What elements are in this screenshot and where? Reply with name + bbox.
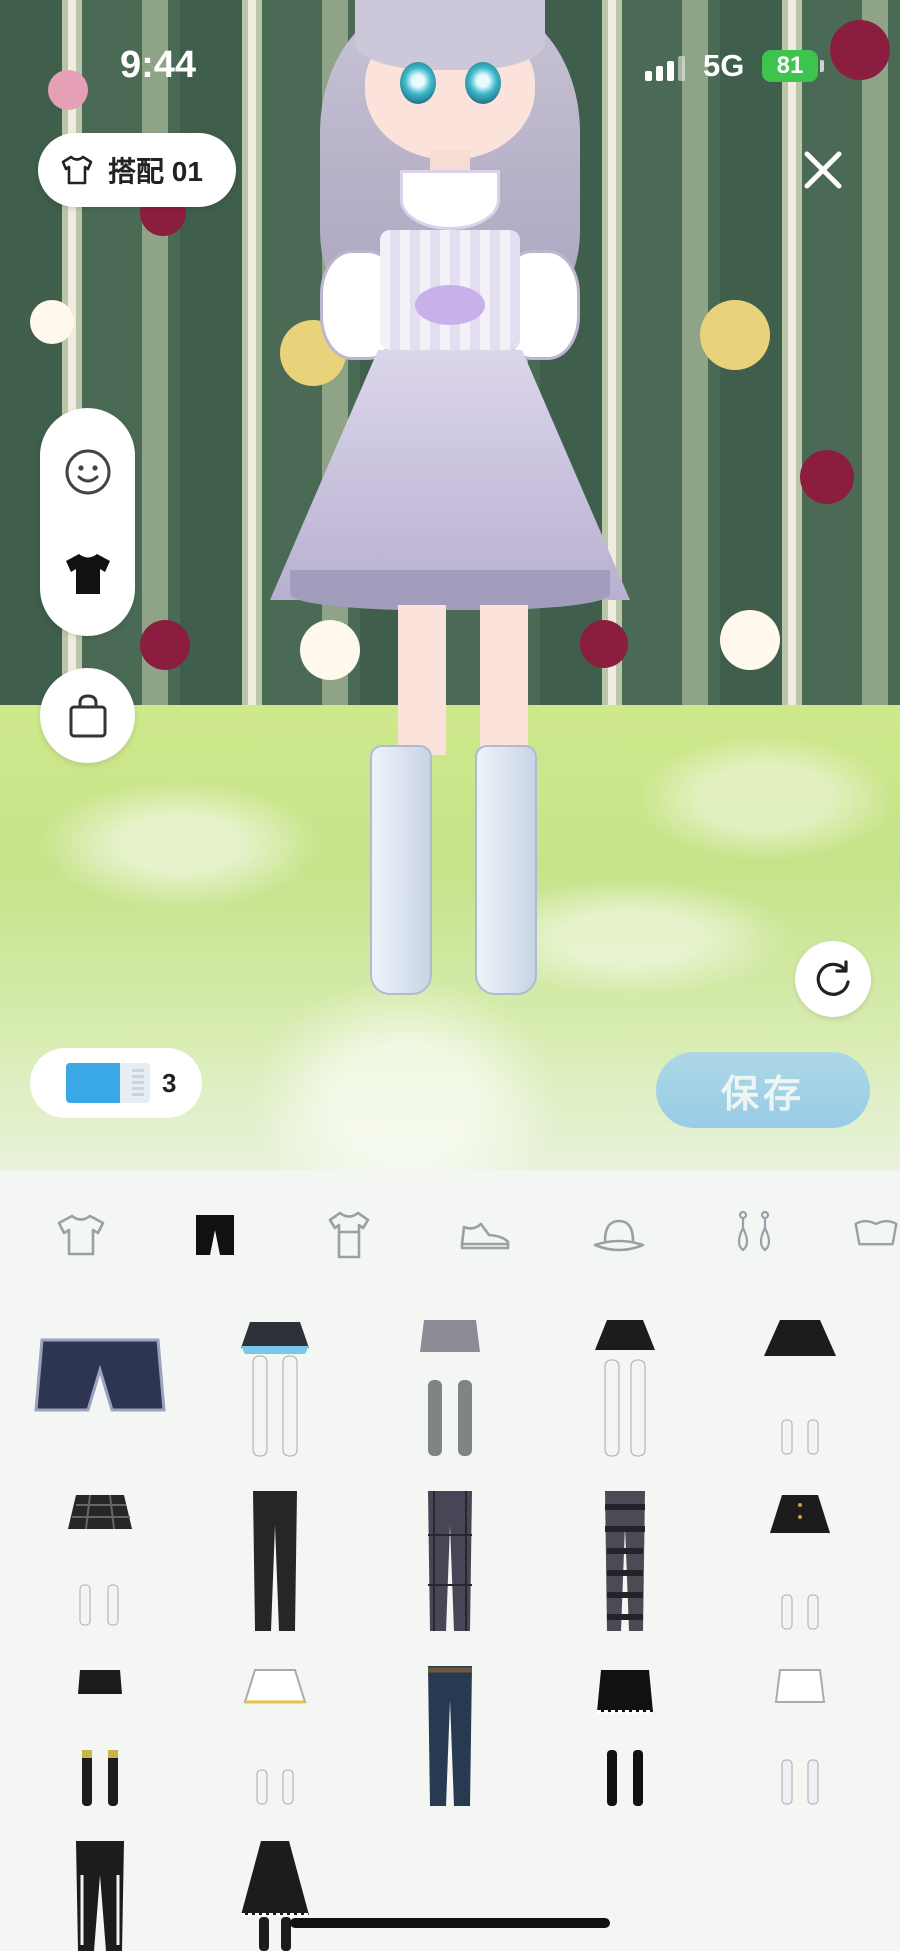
pleated-skirt-icon bbox=[764, 1320, 836, 1455]
closet-item-white-skirt[interactable] bbox=[205, 1660, 345, 1810]
button-skirt-icon bbox=[770, 1495, 830, 1630]
white-bloomers-icon bbox=[774, 1669, 826, 1805]
shop-bag-button[interactable] bbox=[40, 668, 135, 763]
flower-decoration bbox=[800, 450, 854, 504]
plaid-trousers-icon bbox=[428, 1491, 472, 1631]
flower-decoration bbox=[720, 610, 780, 670]
denim-shorts-icon bbox=[34, 1338, 166, 1412]
hat-icon bbox=[593, 1219, 645, 1252]
tab-accessories[interactable] bbox=[852, 1200, 900, 1270]
closet-item-lace-skirt[interactable] bbox=[205, 1835, 345, 1951]
closet-item-plaid-skirt[interactable] bbox=[30, 1485, 170, 1635]
black-trousers-icon bbox=[253, 1491, 297, 1631]
tab-dresses[interactable] bbox=[314, 1200, 384, 1270]
closet-item-black-skirt[interactable] bbox=[555, 1310, 695, 1460]
network-type: 5G bbox=[703, 48, 745, 83]
dress-icon bbox=[328, 1211, 370, 1259]
pants-icon bbox=[196, 1215, 234, 1255]
status-time: 9:44 bbox=[120, 44, 197, 86]
tab-bottoms[interactable] bbox=[180, 1200, 250, 1270]
cutout-pants-icon bbox=[76, 1841, 124, 1951]
face-edit-button[interactable] bbox=[40, 424, 135, 519]
rotate-icon bbox=[816, 960, 850, 996]
editor-mode-panel bbox=[40, 408, 135, 636]
tab-tops[interactable] bbox=[46, 1200, 116, 1270]
flower-decoration bbox=[700, 300, 770, 370]
closet-item-grey-shorts[interactable] bbox=[380, 1310, 520, 1460]
ticket-icon bbox=[66, 1063, 150, 1103]
closet-item-black-trousers[interactable] bbox=[205, 1485, 345, 1635]
battery-icon: 81 bbox=[762, 50, 824, 82]
outfit-edit-button[interactable] bbox=[40, 526, 135, 621]
closet-item-white-bloomers[interactable] bbox=[730, 1660, 870, 1810]
blue-jeans-icon bbox=[428, 1666, 472, 1806]
outfit-label: 搭配 01 bbox=[108, 156, 203, 187]
tshirt-icon bbox=[57, 1214, 105, 1256]
flower-decoration bbox=[140, 620, 190, 670]
black-shorts-icon bbox=[78, 1670, 122, 1806]
closet-item-black-shorts[interactable] bbox=[30, 1660, 170, 1810]
white-skirt-icon bbox=[243, 1669, 307, 1805]
outfit-selector-button[interactable]: 搭配 01 bbox=[38, 133, 236, 207]
bag-icon bbox=[69, 693, 106, 737]
shirt-icon bbox=[65, 553, 110, 594]
signal-icon bbox=[645, 56, 685, 81]
close-button[interactable] bbox=[793, 140, 853, 200]
black-skirt-icon bbox=[595, 1320, 655, 1457]
tab-earrings[interactable] bbox=[719, 1200, 789, 1270]
avatar-character bbox=[250, 0, 650, 1000]
plaid-skirt-icon bbox=[68, 1494, 132, 1626]
accessory-icon bbox=[854, 1219, 898, 1246]
closet-item-cutout-pants[interactable] bbox=[30, 1835, 170, 1951]
lace-skirt-icon bbox=[241, 1841, 309, 1951]
flower-decoration bbox=[30, 300, 74, 344]
striped-leggings-icon bbox=[605, 1491, 645, 1631]
shoe-icon bbox=[460, 1222, 510, 1250]
closet-item-black-bloomers[interactable] bbox=[555, 1660, 695, 1810]
rotate-view-button[interactable] bbox=[795, 941, 871, 1017]
status-bar: 9:44 5G 81 bbox=[0, 0, 900, 130]
closet-item-denim-shorts[interactable] bbox=[30, 1310, 170, 1460]
closet-item-blue-jeans[interactable] bbox=[380, 1660, 520, 1810]
grey-shorts-icon bbox=[420, 1320, 480, 1456]
category-tab-bar bbox=[0, 1200, 900, 1270]
close-icon bbox=[804, 151, 842, 189]
closet-item-frill-skirt[interactable] bbox=[205, 1310, 345, 1460]
closet-item-striped-leggings[interactable] bbox=[555, 1485, 695, 1635]
save-button[interactable]: 保存 bbox=[656, 1052, 870, 1128]
closet-item-pleated-skirt[interactable] bbox=[730, 1310, 870, 1460]
tab-hats[interactable] bbox=[584, 1200, 654, 1270]
wardrobe-panel bbox=[0, 1170, 900, 1951]
home-indicator[interactable] bbox=[290, 1918, 610, 1928]
frill-skirt-icon bbox=[241, 1322, 309, 1457]
face-icon bbox=[65, 449, 110, 494]
closet-item-button-skirt[interactable] bbox=[730, 1485, 870, 1635]
ticket-counter[interactable]: 3 bbox=[30, 1048, 202, 1118]
black-bloomers-icon bbox=[597, 1670, 653, 1806]
tab-shoes[interactable] bbox=[450, 1200, 520, 1270]
ticket-count: 3 bbox=[162, 1067, 177, 1098]
shirt-outline-icon bbox=[61, 155, 93, 185]
closet-item-plaid-trousers[interactable] bbox=[380, 1485, 520, 1635]
earrings-icon bbox=[737, 1210, 771, 1252]
